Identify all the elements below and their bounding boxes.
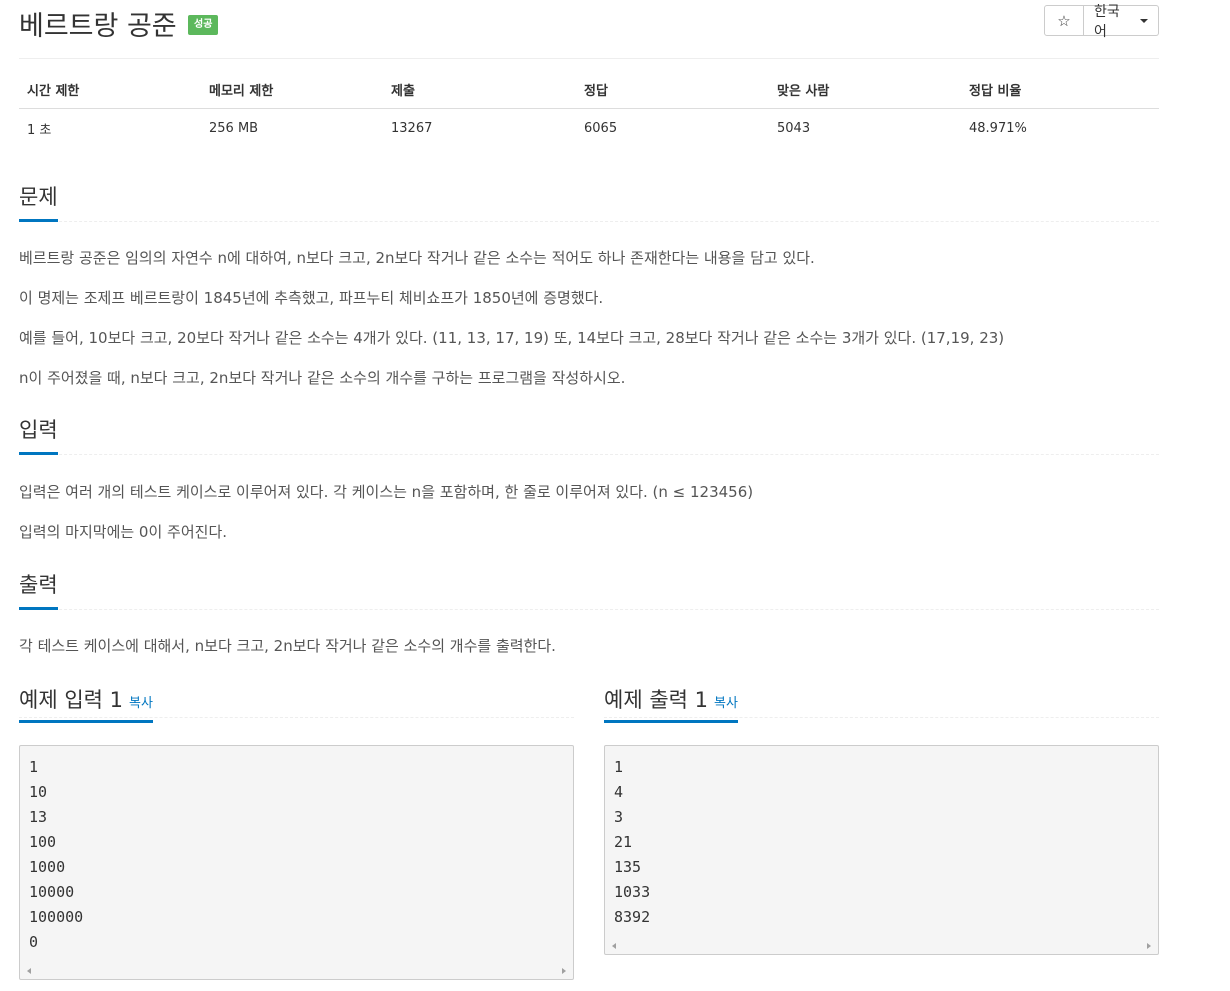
- sample-output-section: 예제 출력 1 복사: [604, 684, 1159, 723]
- problem-paragraph: 예를 들어, 10보다 크고, 20보다 작거나 같은 소수는 4개가 있다. …: [19, 329, 1005, 347]
- problem-section-header: 문제: [19, 180, 1159, 222]
- status-badge: 성공: [188, 15, 219, 35]
- value-accept-ratio: 48.971%: [969, 121, 1027, 136]
- star-button[interactable]: ☆: [1044, 5, 1084, 36]
- sample-input-header: 예제 입력 1 복사: [19, 684, 574, 723]
- value-solved-users: 5043: [777, 121, 811, 136]
- language-label: 한국어: [1094, 3, 1120, 40]
- sample-input-scrollbar[interactable]: [21, 964, 572, 978]
- language-dropdown[interactable]: 한국어: [1084, 4, 1159, 40]
- input-section-header: 입력: [19, 413, 1159, 455]
- copy-sample-input-button[interactable]: 복사: [129, 696, 153, 711]
- title-row: 베르트랑 공준 성공 ☆ 한국어: [19, 0, 1159, 59]
- caret-down-icon: [1140, 18, 1148, 23]
- table-header-row: 시간 제한 메모리 제한 제출 정답 맞은 사람 정답 비율: [19, 80, 1159, 109]
- problem-info-table: 시간 제한 메모리 제한 제출 정답 맞은 사람 정답 비율 1 초 256 M…: [19, 80, 1159, 138]
- scroll-left-icon[interactable]: [612, 943, 616, 949]
- sample-output-title: 예제 출력 1 복사: [604, 684, 738, 723]
- header-solved-users: 맞은 사람: [769, 80, 961, 109]
- value-memory-limit: 256 MB: [209, 121, 259, 136]
- output-section-title: 출력: [19, 569, 58, 610]
- header-submissions: 제출: [383, 80, 576, 109]
- sample-input-section: 예제 입력 1 복사: [19, 684, 574, 723]
- output-section-header: 출력: [19, 568, 1159, 610]
- sample-output-title-text: 예제 출력 1: [604, 688, 708, 712]
- sample-input-title-text: 예제 입력 1: [19, 688, 123, 712]
- page-title: 베르트랑 공준: [19, 11, 177, 42]
- output-paragraph: 각 테스트 케이스에 대해서, n보다 크고, 2n보다 작거나 같은 소수의 …: [19, 637, 556, 655]
- sample-output-header: 예제 출력 1 복사: [604, 684, 1159, 723]
- problem-paragraph: 이 명제는 조제프 베르트랑이 1845년에 추측했고, 파프누티 체비쇼프가 …: [19, 289, 604, 307]
- problem-section-title: 문제: [19, 181, 58, 222]
- sample-output-scrollbar[interactable]: [606, 939, 1157, 953]
- input-paragraph: 입력은 여러 개의 테스트 케이스로 이루어져 있다. 각 케이스는 n을 포함…: [19, 483, 754, 501]
- value-accepted: 6065: [584, 121, 618, 136]
- problem-paragraph: 베르트랑 공준은 임의의 자연수 n에 대하여, n보다 크고, 2n보다 작거…: [19, 249, 815, 267]
- header-accepted: 정답: [576, 80, 769, 109]
- star-icon: ☆: [1057, 11, 1071, 30]
- toolbar: ☆ 한국어: [1044, 4, 1159, 40]
- problem-page: 베르트랑 공준 성공 ☆ 한국어 시간 제한 메모리 제한 제출 정답 맞은 사…: [19, 0, 1159, 980]
- scroll-left-icon[interactable]: [27, 968, 31, 974]
- sample-output-box[interactable]: 1 4 3 21 135 1033 8392: [604, 745, 1159, 955]
- header-time-limit: 시간 제한: [19, 80, 201, 109]
- value-time-limit: 1 초: [27, 123, 52, 138]
- sample-input-content: 1 10 13 100 1000 10000 100000 0: [29, 758, 84, 951]
- sample-input-title: 예제 입력 1 복사: [19, 684, 153, 723]
- scroll-right-icon[interactable]: [562, 968, 566, 974]
- table-row: 1 초 256 MB 13267 6065 5043 48.971%: [19, 109, 1159, 138]
- copy-sample-output-button[interactable]: 복사: [714, 696, 738, 711]
- input-section-title: 입력: [19, 414, 58, 455]
- value-submissions: 13267: [391, 121, 433, 136]
- scroll-right-icon[interactable]: [1147, 943, 1151, 949]
- sample-input-box[interactable]: 1 10 13 100 1000 10000 100000 0: [19, 745, 574, 980]
- problem-paragraph: n이 주어졌을 때, n보다 크고, 2n보다 작거나 같은 소수의 개수를 구…: [19, 369, 626, 387]
- header-memory-limit: 메모리 제한: [201, 80, 383, 109]
- header-accept-ratio: 정답 비율: [961, 80, 1159, 109]
- sample-output-content: 1 4 3 21 135 1033 8392: [614, 758, 651, 926]
- input-paragraph: 입력의 마지막에는 0이 주어진다.: [19, 523, 228, 541]
